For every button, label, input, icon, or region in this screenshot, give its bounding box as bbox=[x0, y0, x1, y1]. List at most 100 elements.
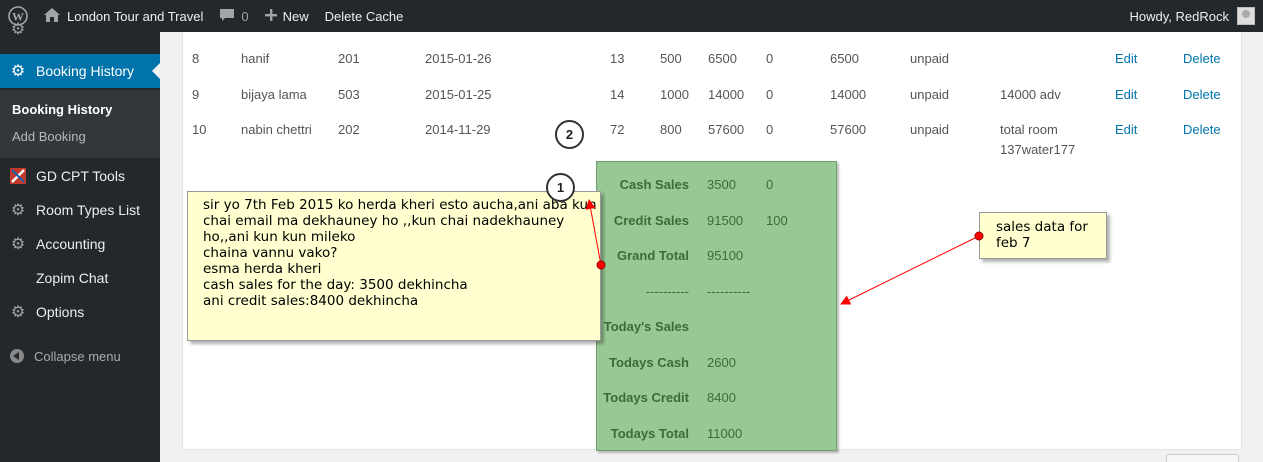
sales-label: Today's Sales bbox=[603, 319, 689, 334]
cell-nights: 13 bbox=[610, 51, 625, 66]
cell-remarks-line2: 137water177 bbox=[1000, 142, 1076, 157]
cell-room: 201 bbox=[338, 51, 360, 66]
sales-label: Todays Credit bbox=[603, 390, 689, 405]
sales-value: 95100 bbox=[707, 248, 744, 263]
sidebar-item-gd-cpt-tools[interactable]: GD CPT Tools bbox=[0, 159, 160, 193]
delete-link[interactable]: Delete bbox=[1183, 87, 1221, 102]
comments-count: 0 bbox=[241, 8, 249, 24]
sales-value-2: 0 bbox=[766, 177, 774, 192]
cell-total: 6500 bbox=[708, 51, 737, 66]
gear-icon: ⚙ bbox=[10, 202, 26, 219]
new-label: New bbox=[282, 8, 309, 24]
callout-number-1: 1 bbox=[546, 173, 575, 202]
sales-value: 91500 bbox=[707, 213, 744, 228]
sidebar-item-label: Options bbox=[36, 304, 85, 320]
sales-label: Todays Total bbox=[610, 426, 689, 441]
sidebar-item-label: Zopim Chat bbox=[36, 270, 109, 286]
cell-room: 202 bbox=[338, 122, 360, 137]
cell-id: 8 bbox=[192, 51, 200, 66]
delete-cache-link[interactable]: Delete Cache bbox=[317, 0, 412, 32]
comment-bubble-icon bbox=[219, 8, 235, 25]
cell-total: 14000 bbox=[708, 87, 745, 102]
cell-net: 57600 bbox=[830, 122, 867, 137]
cell-name: hanif bbox=[241, 51, 270, 66]
delete-link[interactable]: Delete bbox=[1183, 122, 1221, 137]
cell-rate: 1000 bbox=[660, 87, 689, 102]
cell-discount: 0 bbox=[766, 87, 774, 102]
gear-icon: ⚙ bbox=[10, 236, 26, 253]
cell-discount: 0 bbox=[766, 122, 774, 137]
cell-date: 2015-01-26 bbox=[425, 51, 492, 66]
note-line: esma herda kheri bbox=[203, 261, 322, 277]
booking-submenu: Booking History Add Booking bbox=[0, 90, 160, 158]
submenu-add-booking[interactable]: Add Booking bbox=[12, 129, 86, 144]
sales-separator: ---------- bbox=[645, 284, 689, 299]
avatar bbox=[1237, 7, 1255, 25]
callout-number-2: 2 bbox=[555, 120, 584, 149]
cell-date: 2014-11-29 bbox=[425, 122, 491, 137]
bottom-button[interactable] bbox=[1166, 454, 1239, 462]
gear-icon: ⚙ bbox=[10, 304, 26, 321]
cell-nights: 14 bbox=[610, 87, 625, 102]
cell-room: 503 bbox=[338, 87, 360, 102]
cell-rate: 800 bbox=[660, 122, 682, 137]
edit-link[interactable]: Edit bbox=[1115, 122, 1137, 137]
sidebar-item-booking-history[interactable]: ⚙ Booking History bbox=[0, 54, 160, 88]
cell-total: 57600 bbox=[708, 122, 745, 137]
cell-name: nabin chettri bbox=[241, 122, 312, 137]
howdy-greeting: Howdy, RedRock bbox=[1129, 8, 1229, 24]
edit-link[interactable]: Edit bbox=[1115, 51, 1137, 66]
note-line: sir yo 7th Feb 2015 ko herda kheri esto … bbox=[203, 197, 597, 213]
cell-id: 9 bbox=[192, 87, 200, 102]
cell-status: unpaid bbox=[910, 87, 950, 102]
note-line: sales data for bbox=[996, 219, 1088, 235]
account-menu[interactable]: Howdy, RedRock bbox=[1130, 0, 1263, 32]
collapse-arrow-icon bbox=[0, 349, 34, 363]
sales-value: 3500 bbox=[707, 177, 736, 192]
cell-rate: 500 bbox=[660, 51, 682, 66]
cell-status: unpaid bbox=[910, 122, 950, 137]
new-content-link[interactable]: New bbox=[257, 0, 317, 32]
cell-name: bijaya lama bbox=[241, 87, 307, 102]
plus-icon bbox=[264, 8, 277, 24]
cell-remarks: 14000 adv bbox=[1000, 87, 1061, 102]
sales-label: Credit Sales bbox=[613, 213, 689, 228]
sidebar-item-zopim-chat[interactable]: Zopim Chat bbox=[0, 261, 160, 295]
sidebar-item-label: Accounting bbox=[36, 236, 106, 252]
sidebar-item-accounting[interactable]: ⚙ Accounting bbox=[0, 227, 160, 261]
note-line: feb 7 bbox=[996, 235, 1031, 251]
sales-value: 11000 bbox=[707, 426, 743, 441]
submenu-booking-history[interactable]: Booking History bbox=[12, 102, 112, 117]
sidebar-item-label: Room Types List bbox=[36, 202, 141, 218]
cell-date: 2015-01-25 bbox=[425, 87, 492, 102]
note-line: chaina vannu vako? bbox=[203, 245, 338, 261]
note-line: chai email ma dekhauney ho ,,kun chai na… bbox=[203, 213, 565, 229]
sidebar-item-partial[interactable]: ⚙ bbox=[0, 22, 160, 36]
sales-summary-box: Cash Sales 3500 0 Credit Sales 91500 100… bbox=[596, 161, 837, 451]
delete-cache-label: Delete Cache bbox=[324, 8, 404, 24]
gd-cpt-tools-icon bbox=[0, 168, 36, 184]
sales-value: 8400 bbox=[707, 390, 736, 405]
note-line: cash sales for the day: 3500 dekhincha bbox=[203, 277, 468, 293]
comments-link[interactable]: 0 bbox=[211, 0, 256, 32]
edit-link[interactable]: Edit bbox=[1115, 87, 1137, 102]
sidebar-item-options[interactable]: ⚙ Options bbox=[0, 295, 160, 329]
sales-label: Cash Sales bbox=[619, 177, 689, 192]
cell-net: 14000 bbox=[830, 87, 867, 102]
admin-bar: W London Tour and Travel 0 New Delete Ca… bbox=[0, 0, 1263, 32]
sales-label: Todays Cash bbox=[609, 355, 689, 370]
cell-id: 10 bbox=[192, 122, 207, 137]
delete-link[interactable]: Delete bbox=[1183, 51, 1221, 66]
collapse-menu-button[interactable]: Collapse menu bbox=[0, 346, 121, 366]
sidebar-item-label: Booking History bbox=[36, 63, 135, 79]
sales-label: Grand Total bbox=[617, 248, 689, 263]
cell-status: unpaid bbox=[910, 51, 950, 66]
sidebar-item-label: GD CPT Tools bbox=[36, 168, 125, 184]
note-line: ani credit sales:8400 dekhincha bbox=[203, 293, 419, 309]
sales-separator-value: ---------- bbox=[707, 284, 751, 299]
sidebar-item-room-types-list[interactable]: ⚙ Room Types List bbox=[0, 193, 160, 227]
admin-sidebar: ⚙ ⚙ Booking History Booking History Add … bbox=[0, 22, 160, 462]
cell-discount: 0 bbox=[766, 51, 774, 66]
annotation-note-sales: sales data for feb 7 bbox=[979, 212, 1107, 259]
cell-remarks: total room bbox=[1000, 122, 1058, 137]
